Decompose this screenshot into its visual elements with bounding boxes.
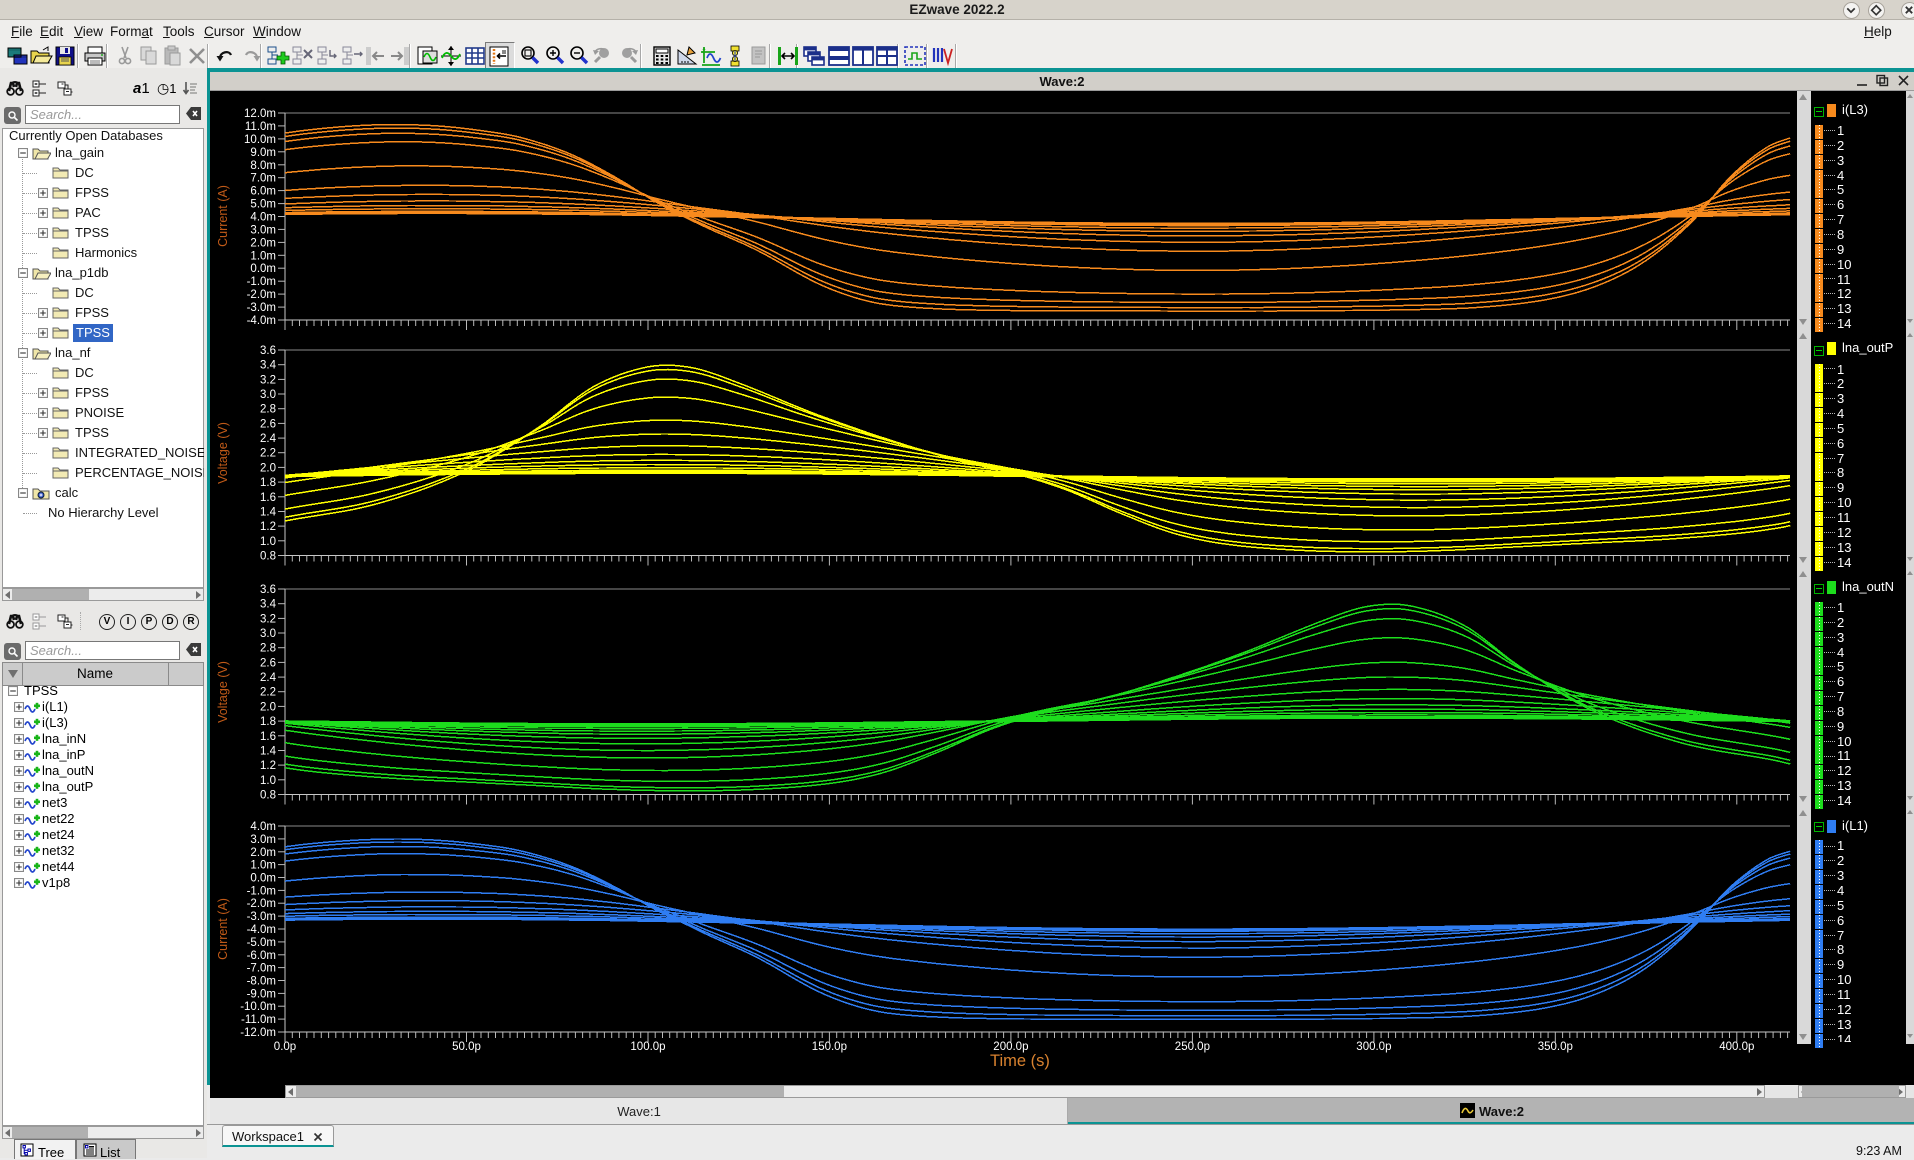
svg-text:3.4: 3.4 [260, 599, 277, 611]
svg-text:1.4: 1.4 [260, 746, 277, 758]
svg-text:-10.0m: -10.0m [240, 1001, 276, 1013]
svg-text:6.0m: 6.0m [250, 186, 276, 198]
svg-text:3.4: 3.4 [260, 360, 277, 372]
svg-text:Current (A): Current (A) [216, 898, 230, 960]
svg-text:2.0: 2.0 [260, 462, 276, 474]
svg-text:1.6: 1.6 [260, 492, 276, 504]
svg-text:3.2: 3.2 [260, 613, 276, 625]
svg-text:-11.0m: -11.0m [241, 1014, 276, 1026]
svg-text:Time (s): Time (s) [990, 1052, 1050, 1070]
svg-text:2.4: 2.4 [260, 433, 277, 445]
svg-text:-4.0m: -4.0m [247, 924, 276, 936]
svg-text:4.0m: 4.0m [250, 212, 276, 224]
svg-text:0.0m: 0.0m [250, 873, 276, 885]
svg-text:1.8: 1.8 [260, 716, 276, 728]
svg-text:0.8: 0.8 [260, 551, 276, 563]
svg-text:2.8: 2.8 [260, 404, 276, 416]
svg-text:2.6: 2.6 [260, 657, 276, 669]
svg-text:3.6: 3.6 [260, 345, 276, 357]
svg-text:7.0m: 7.0m [250, 173, 276, 185]
svg-text:1.0m: 1.0m [250, 250, 276, 262]
svg-text:300.0p: 300.0p [1356, 1041, 1391, 1053]
svg-text:12.0m: 12.0m [244, 108, 276, 120]
svg-text:2.2: 2.2 [260, 448, 276, 460]
svg-text:-5.0m: -5.0m [247, 937, 276, 949]
svg-text:2.8: 2.8 [260, 643, 276, 655]
svg-text:Current (A): Current (A) [216, 185, 230, 247]
svg-text:9.0m: 9.0m [250, 147, 276, 159]
svg-text:-1.0m: -1.0m [247, 276, 276, 288]
svg-text:-7.0m: -7.0m [247, 963, 276, 975]
svg-text:50.0p: 50.0p [452, 1041, 481, 1053]
svg-text:-8.0m: -8.0m [247, 976, 276, 988]
svg-text:3.2: 3.2 [260, 374, 276, 386]
svg-text:1.0m: 1.0m [250, 860, 276, 872]
svg-text:-4.0m: -4.0m [247, 315, 276, 327]
svg-text:4.0m: 4.0m [250, 821, 276, 833]
svg-text:-12.0m: -12.0m [240, 1027, 276, 1039]
svg-text:-2.0m: -2.0m [247, 289, 276, 301]
svg-text:100.0p: 100.0p [630, 1041, 665, 1053]
svg-text:1.2: 1.2 [260, 521, 276, 533]
svg-text:400.0p: 400.0p [1719, 1041, 1754, 1053]
svg-text:-1.0m: -1.0m [247, 885, 276, 897]
svg-text:-6.0m: -6.0m [247, 950, 276, 962]
svg-text:-9.0m: -9.0m [247, 988, 276, 1000]
svg-text:2.6: 2.6 [260, 418, 276, 430]
svg-text:2.0m: 2.0m [250, 237, 276, 249]
svg-text:Voltage (V): Voltage (V) [216, 422, 230, 484]
svg-text:1.4: 1.4 [260, 507, 277, 519]
svg-text:1.0: 1.0 [260, 536, 276, 548]
svg-text:0.0p: 0.0p [274, 1041, 296, 1053]
svg-text:3.0m: 3.0m [250, 834, 276, 846]
svg-text:3.0: 3.0 [260, 389, 276, 401]
svg-text:-3.0m: -3.0m [247, 911, 276, 923]
svg-text:0.8: 0.8 [260, 790, 276, 802]
svg-text:3.0m: 3.0m [250, 224, 276, 236]
svg-text:1.2: 1.2 [260, 760, 276, 772]
svg-text:2.0: 2.0 [260, 701, 276, 713]
svg-text:2.0m: 2.0m [250, 847, 276, 859]
svg-text:-3.0m: -3.0m [247, 302, 276, 314]
svg-text:1.0: 1.0 [260, 775, 276, 787]
svg-text:1.6: 1.6 [260, 731, 276, 743]
svg-text:10.0m: 10.0m [244, 134, 276, 146]
svg-text:11.0m: 11.0m [245, 121, 276, 133]
svg-text:3.0: 3.0 [260, 628, 276, 640]
svg-text:3.6: 3.6 [260, 584, 276, 596]
svg-text:2.2: 2.2 [260, 687, 276, 699]
svg-text:Voltage (V): Voltage (V) [216, 661, 230, 723]
svg-text:0.0m: 0.0m [250, 263, 276, 275]
svg-text:1.8: 1.8 [260, 477, 276, 489]
svg-text:5.0m: 5.0m [250, 199, 276, 211]
svg-text:250.0p: 250.0p [1175, 1041, 1210, 1053]
svg-text:150.0p: 150.0p [812, 1041, 847, 1053]
svg-text:350.0p: 350.0p [1538, 1041, 1573, 1053]
svg-text:8.0m: 8.0m [250, 160, 276, 172]
svg-text:-2.0m: -2.0m [247, 898, 276, 910]
svg-text:2.4: 2.4 [260, 672, 277, 684]
